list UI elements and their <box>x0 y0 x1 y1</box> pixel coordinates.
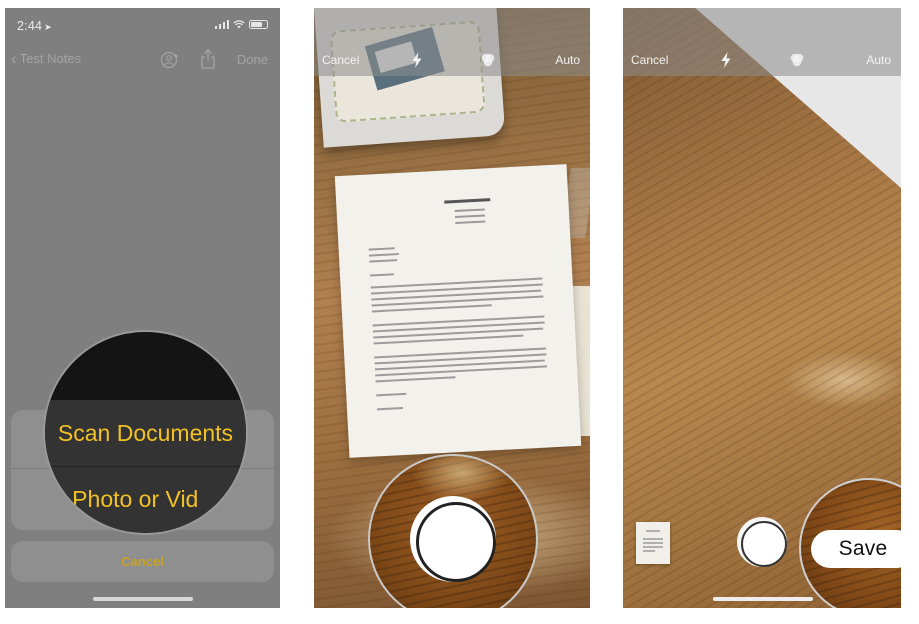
notes-nav-bar: ‹ Test Notes Done <box>5 48 280 72</box>
review-cancel-button[interactable]: Cancel <box>631 53 668 67</box>
flash-icon[interactable] <box>720 52 732 68</box>
save-button[interactable]: Save <box>811 530 901 568</box>
take-photo-option[interactable]: e Photo or Vid <box>45 466 246 532</box>
scan-documents-option[interactable]: Scan Documents <box>45 400 246 466</box>
review-auto-toggle[interactable]: Auto <box>866 53 891 67</box>
flash-icon[interactable] <box>411 52 423 68</box>
magnifier-circle: Scan Documents e Photo or Vid <box>43 330 248 535</box>
sheet-cancel-button[interactable]: Cancel <box>11 541 274 582</box>
camera-top-bar: Cancel Auto <box>623 8 901 76</box>
done-button[interactable]: Done <box>237 52 268 67</box>
filter-icon[interactable] <box>789 53 805 67</box>
share-icon[interactable] <box>200 49 216 69</box>
chevron-left-icon: ‹ <box>11 49 17 68</box>
location-arrow-icon: ➤ <box>44 22 52 32</box>
camera-scan-panel: Cancel Auto <box>314 8 590 608</box>
shutter-button[interactable] <box>737 517 787 567</box>
status-bar: 2:44 ➤ <box>5 8 280 42</box>
camera-top-bar: Cancel Auto <box>314 8 590 76</box>
camera-auto-toggle[interactable]: Auto <box>555 53 580 67</box>
scanned-thumbnail[interactable] <box>636 522 670 564</box>
wifi-icon <box>233 20 245 29</box>
signal-icon <box>214 20 229 29</box>
notes-panel: 2:44 ➤ ‹ Test Notes Done Cancel Scan Doc… <box>5 8 280 608</box>
battery-icon <box>249 20 268 29</box>
document-being-scanned <box>334 164 582 458</box>
document-heading <box>444 198 491 204</box>
add-person-icon[interactable] <box>159 51 181 69</box>
camera-review-panel: Cancel Auto Save <box>623 8 901 608</box>
home-indicator[interactable] <box>713 597 813 601</box>
status-time: 2:44 ➤ <box>17 19 52 33</box>
shutter-button[interactable] <box>410 496 496 582</box>
home-indicator[interactable] <box>92 597 193 601</box>
back-button[interactable]: ‹ Test Notes <box>11 49 81 68</box>
camera-cancel-button[interactable]: Cancel <box>322 53 359 67</box>
filter-icon[interactable] <box>480 53 496 67</box>
